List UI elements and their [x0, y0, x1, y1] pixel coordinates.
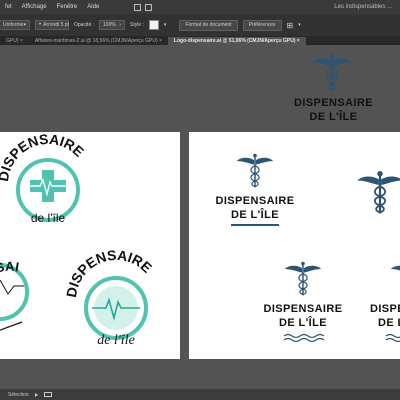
tab-document-1[interactable]: GPU) × [0, 37, 29, 45]
logo-title-line2: DE L'ÎLE [279, 317, 327, 329]
caduceus-logo-1[interactable] [235, 152, 275, 190]
stroke-style-select[interactable]: Uniforme ▾ [0, 20, 30, 30]
logo-title-line1: DISPENSAIRE [215, 195, 295, 207]
stroke-style-value: Uniforme [3, 22, 24, 28]
arrange-grid-icon[interactable] [145, 3, 153, 11]
artboard-left[interactable]: DISPENSAIRE de l'île DISPENSAIRE DISPENS… [0, 120, 180, 359]
menu-item-view[interactable]: Affichage [17, 4, 52, 10]
canvas[interactable]: DISPENSAIRE DE L'ÎLE DISPENSAIRE de l'îl… [0, 45, 400, 389]
brush-dot-icon: • [39, 22, 42, 28]
preferences-button[interactable]: Préférences [242, 19, 282, 31]
caduceus-logo-3[interactable] [283, 260, 323, 298]
blue-underline [231, 224, 279, 226]
wave-decoration [385, 333, 400, 343]
scroll-icon[interactable] [43, 392, 52, 397]
chevron-down-icon: ▾ [23, 22, 26, 28]
caduceus-logo-gray[interactable] [310, 53, 354, 93]
logo-title-1[interactable]: DISPENSAIRE DE L'ÎLE [209, 194, 301, 222]
control-bar: Uniforme ▾ • Arrondi 5 pt Opacité : 100%… [0, 14, 400, 36]
logo-title-partial-2: DE L [378, 317, 400, 329]
style-label: Style : [130, 22, 144, 28]
caduceus-logo-2[interactable] [355, 170, 400, 216]
arrange-icon[interactable] [134, 3, 142, 11]
logo-title-partial: DISPE [370, 303, 400, 315]
menu-bar: fet Affichage Fenêtre Aide Les indispens… [0, 0, 400, 14]
swash-line [0, 321, 23, 331]
status-bar: Sélection [0, 389, 400, 400]
arrange-icon[interactable]: ⊞ [287, 21, 294, 30]
artboard-right[interactable]: DISPENSAIRE DE L'ÎLE DISPENSAIRE DE L'ÎL… [189, 132, 400, 359]
style-swatch[interactable] [148, 20, 159, 30]
heartbeat-icon [0, 279, 24, 295]
opacity-input[interactable]: 100% › [99, 20, 126, 30]
menu-item-help[interactable]: Aide [82, 4, 104, 10]
logo-title-line2: DE L'ÎLE [231, 209, 279, 221]
play-icon[interactable] [34, 392, 38, 397]
chevron-down-icon[interactable]: ▾ [298, 22, 301, 28]
logo-title-3[interactable]: DISPENSAIRE DE L'ÎLE [257, 302, 349, 330]
chevron-down-icon[interactable]: ▾ [164, 22, 167, 28]
logo-title-line1: DISPENSAIRE [294, 97, 373, 109]
logo-title-line1: DISPENSAIRE [263, 303, 343, 315]
menu-item-window[interactable]: Fenêtre [52, 4, 83, 10]
menu-item-edit[interactable]: fet [0, 4, 17, 10]
opacity-label: Opacité : [74, 22, 95, 28]
document-tabs: GPU) × Affaires-maritimes-2.ai @ 18,56% … [0, 36, 400, 45]
logo-title-gray[interactable]: DISPENSAIRE DE L'ÎLE [286, 96, 381, 124]
arrange-documents[interactable] [134, 3, 153, 11]
wave-decoration [283, 333, 325, 343]
opacity-value: 100% [103, 22, 116, 28]
workspace-switcher[interactable]: Les indispensables ... [329, 4, 400, 10]
logo-title-4-partial[interactable]: DISPE DE L [370, 302, 400, 330]
round-logo-3-subtitle: de l'île [97, 333, 135, 348]
current-tool[interactable]: Sélection [8, 392, 29, 398]
document-format-button[interactable]: Format de document [179, 19, 238, 31]
brush-select[interactable]: • Arrondi 5 pt [35, 20, 69, 30]
tab-affaires-maritimes[interactable]: Affaires-maritimes-2.ai @ 18,56% (CMJN/A… [29, 37, 168, 45]
caduceus-logo-4[interactable] [389, 260, 400, 298]
round-logo-1[interactable]: DISPENSAIRE de l'île DISPENSAIRE DISPENS… [0, 120, 180, 359]
logo-title-line2: DE L'ÎLE [309, 111, 358, 123]
round-logo-1-subtitle: de l'île [31, 211, 66, 225]
chevron-right-icon: › [119, 22, 122, 28]
brush-value: Arrondi 5 pt [43, 22, 69, 28]
tab-logo-dispensaire[interactable]: Logo-dispensaire.ai @ 51,06% (CMJN/Aperç… [167, 37, 306, 45]
